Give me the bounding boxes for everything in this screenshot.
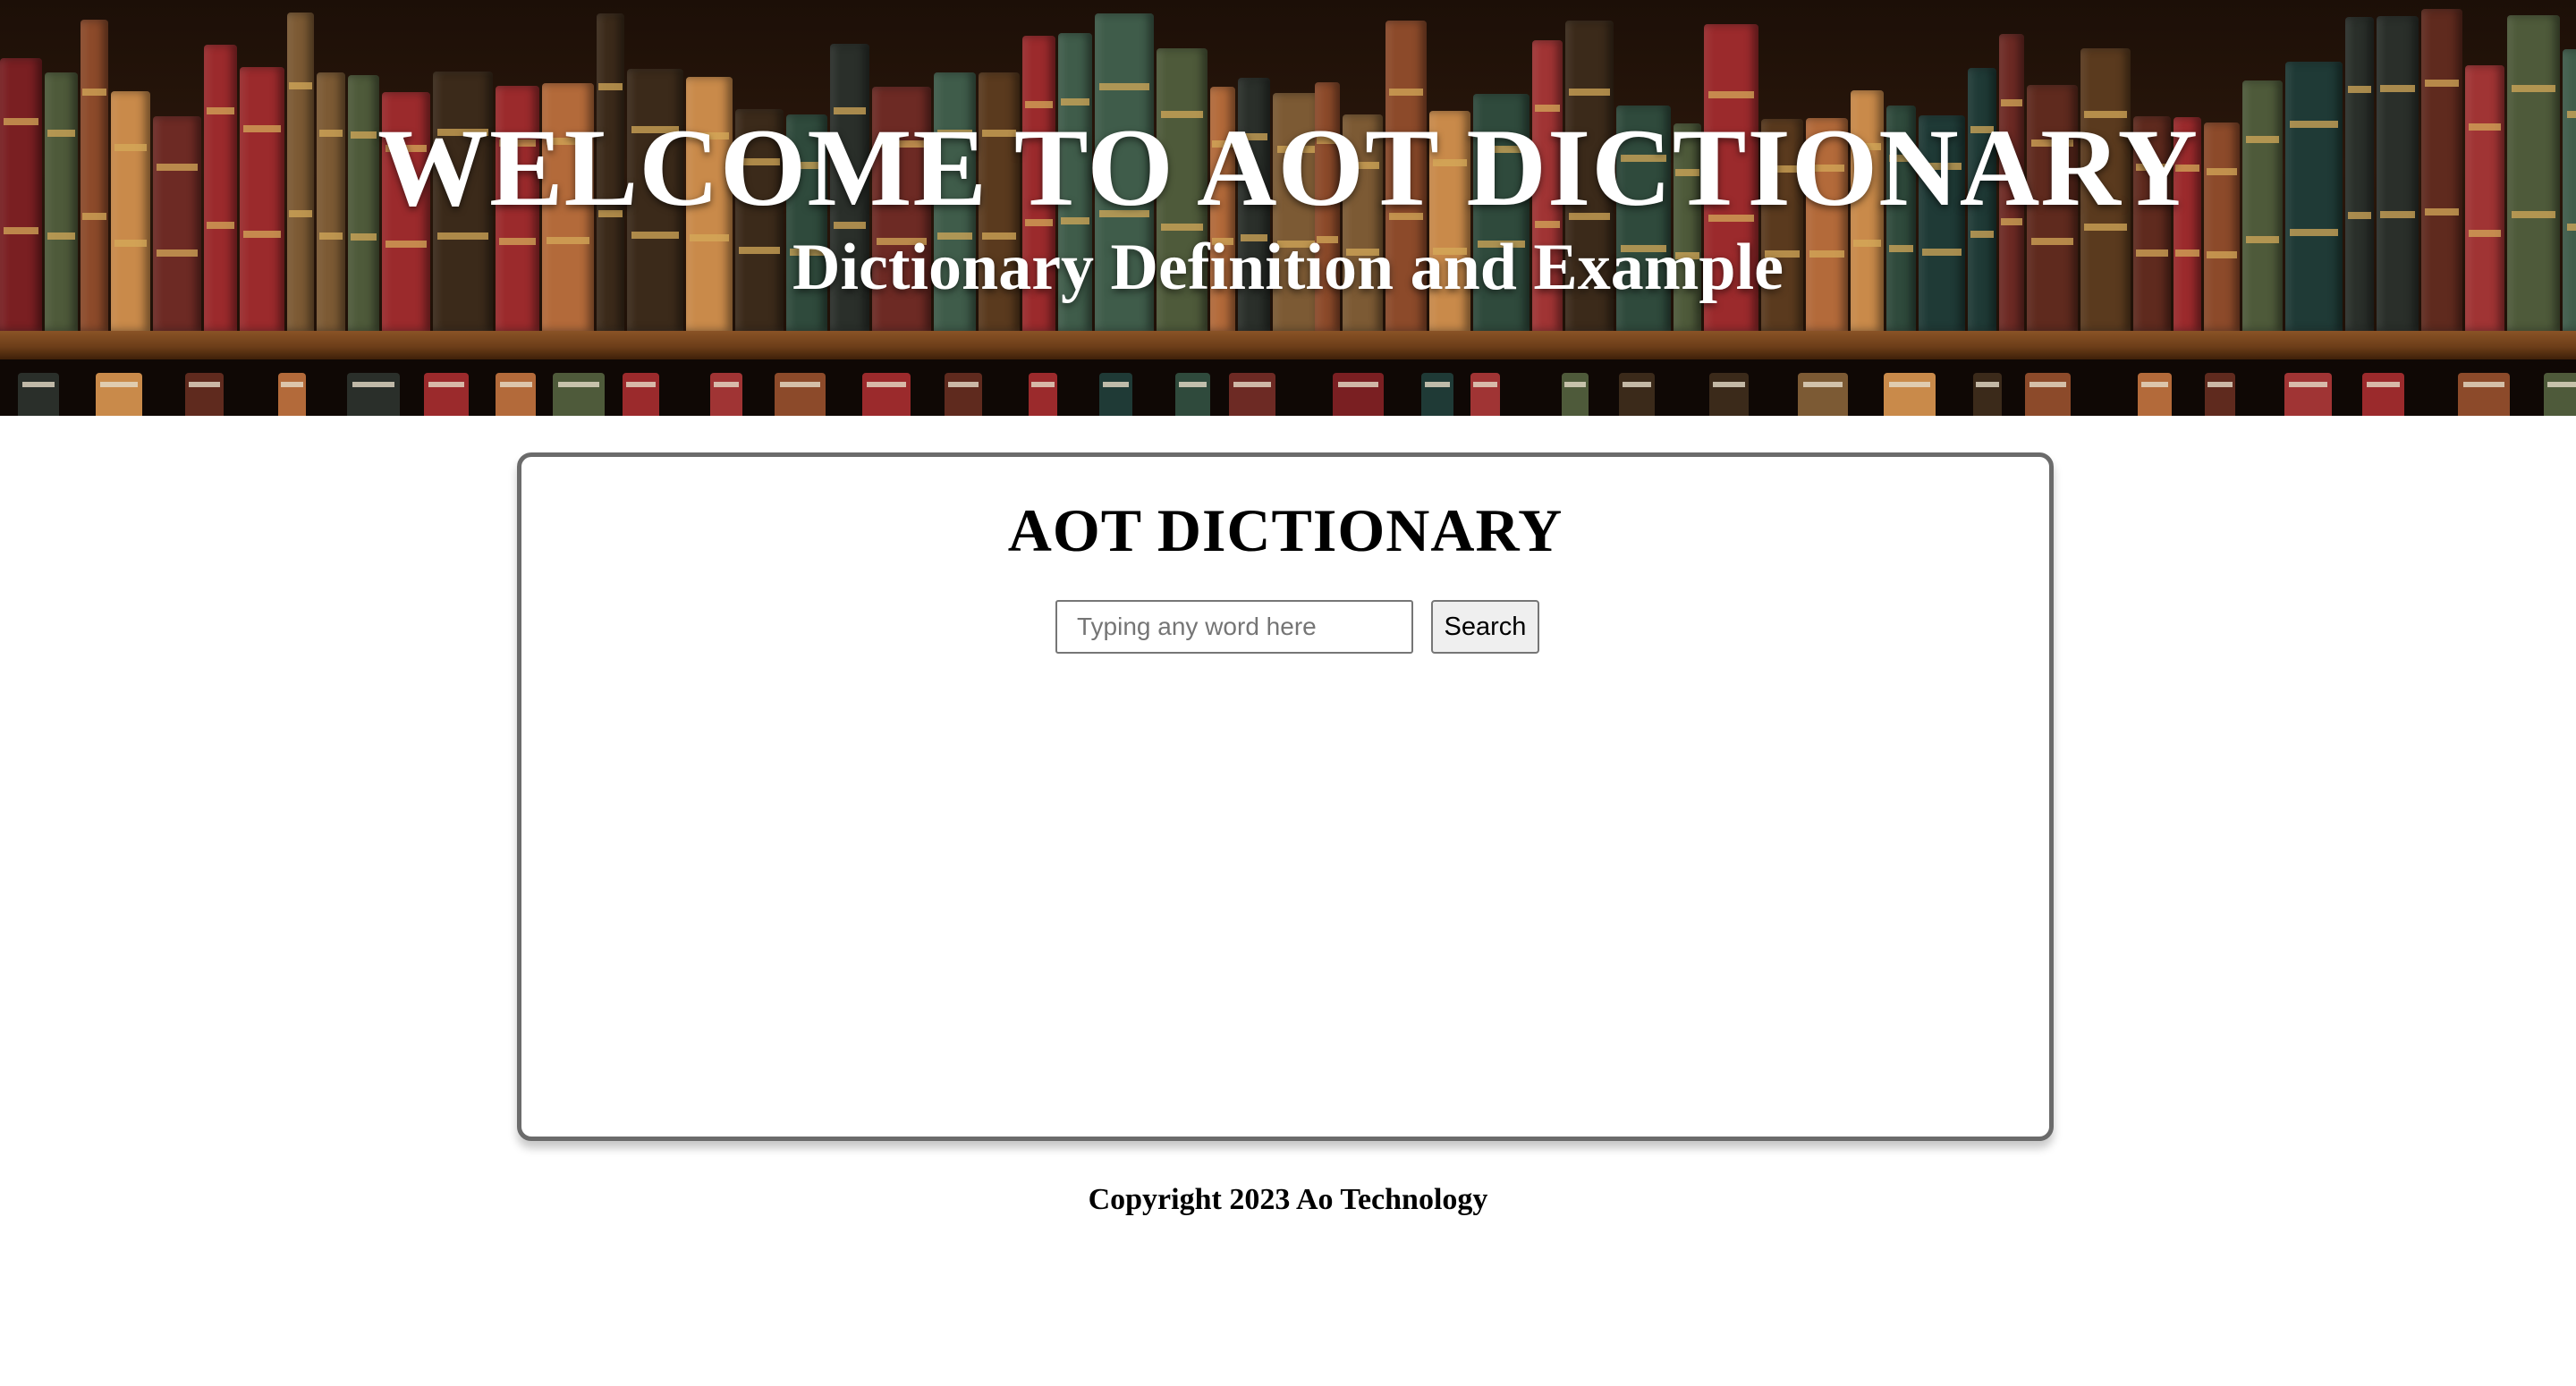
book-spine	[775, 373, 826, 416]
book-spine	[1709, 373, 1749, 416]
book-spine	[2025, 373, 2071, 416]
book-spine	[553, 373, 605, 416]
book-spine	[2362, 373, 2404, 416]
book-spine	[1798, 373, 1848, 416]
search-button[interactable]: Search	[1431, 600, 1539, 654]
book-spine	[1973, 373, 2002, 416]
footer-copyright: Copyright 2023 Ao Technology	[1088, 1183, 1488, 1216]
book-spine	[2458, 373, 2510, 416]
book-spine	[1470, 373, 1500, 416]
book-spine	[96, 373, 142, 416]
results-area	[557, 680, 2013, 1110]
hero-subtitle: Dictionary Definition and Example	[792, 231, 1784, 304]
book-spine	[1421, 373, 1453, 416]
book-spine	[710, 373, 742, 416]
dictionary-card: AOT DICTIONARY Search	[517, 452, 2054, 1141]
card-title: AOT DICTIONARY	[1007, 496, 1563, 564]
book-spine	[185, 373, 224, 416]
book-spine	[2138, 373, 2172, 416]
search-input[interactable]	[1055, 600, 1413, 654]
book-spine	[1229, 373, 1275, 416]
hero-title: WELCOME TO AOT DICTIONARY	[377, 106, 2199, 229]
shelf-plank	[1315, 331, 2576, 359]
hero-banner: WELCOME TO AOT DICTIONARY Dictionary Def…	[0, 0, 2576, 416]
book-spine	[1333, 373, 1384, 416]
book-spine	[2284, 373, 2332, 416]
book-spine	[945, 373, 982, 416]
book-spine	[18, 373, 59, 416]
book-spine	[278, 373, 306, 416]
book-spine	[1175, 373, 1210, 416]
book-spine	[862, 373, 911, 416]
book-spine	[2205, 373, 2235, 416]
lower-books-row	[1315, 359, 2576, 416]
book-spine	[1099, 373, 1132, 416]
shelf-plank	[0, 331, 1315, 359]
book-spine	[1884, 373, 1936, 416]
book-spine	[2544, 373, 2576, 416]
book-spine	[1029, 373, 1057, 416]
book-spine	[1562, 373, 1589, 416]
book-spine	[424, 373, 469, 416]
book-spine	[347, 373, 400, 416]
book-spine	[496, 373, 536, 416]
book-spine	[1619, 373, 1655, 416]
search-form: Search	[521, 598, 2049, 654]
lower-books-row	[0, 359, 1315, 416]
book-spine	[623, 373, 659, 416]
